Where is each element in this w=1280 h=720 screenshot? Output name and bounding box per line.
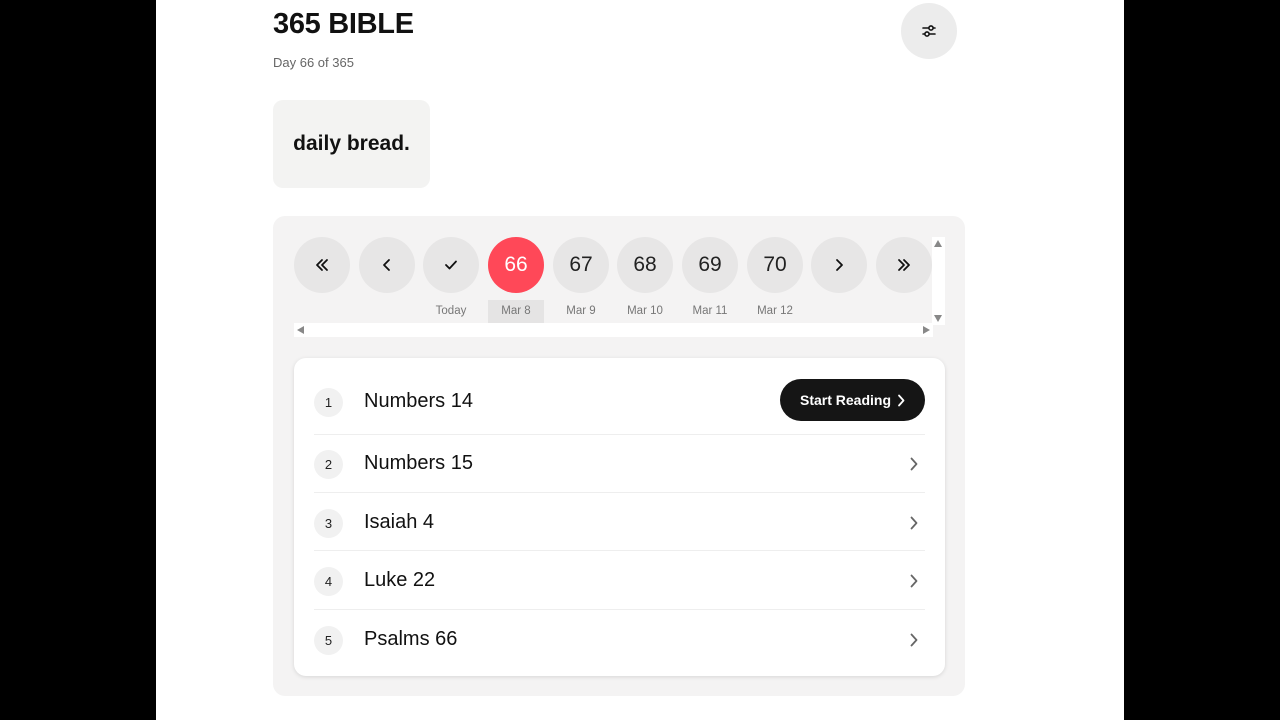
chevron-right-icon [910,633,918,647]
scroll-left-arrow-icon[interactable] [297,326,304,334]
chevron-right-icon [910,457,918,471]
app-title: 365 BIBLE [273,8,414,40]
chevron-left-icon [383,259,390,271]
day-progress: Day 66 of 365 [273,55,354,70]
next-day-button[interactable] [811,237,867,293]
chevron-right-icon [910,574,918,588]
app-page: 365 BIBLE Day 66 of 365 daily bread. Tod… [156,0,1124,720]
reading-title: Isaiah 4 [364,511,435,533]
reading-row[interactable]: 2 Numbers 15 [314,435,925,493]
day-69-button[interactable]: 69 [682,237,738,293]
reading-row[interactable]: 3 Isaiah 4 [314,493,925,551]
day-70-date: Mar 12 [757,305,793,317]
reading-title: Numbers 15 [364,452,473,474]
reading-panel: Today 66 Mar 8 67 Mar 9 68 Mar 10 69 Mar… [273,216,965,696]
horizontal-scrollbar[interactable] [294,323,933,337]
reading-title: Psalms 66 [364,628,458,650]
day-69-date: Mar 11 [692,305,728,317]
brand-text: daily bread. [293,132,410,155]
reading-list: 1 Numbers 14 Start Reading 2 Numbers 15 … [294,358,945,676]
chevron-right-icon [910,516,918,530]
day-68-date: Mar 10 [627,305,663,317]
day-68-button[interactable]: 68 [617,237,673,293]
today-label: Today [435,305,467,317]
reading-index: 4 [314,567,343,596]
start-reading-button[interactable]: Start Reading [780,379,925,421]
brand-card[interactable]: daily bread. [273,100,430,188]
last-day-button[interactable] [876,237,932,293]
scroll-up-arrow-icon[interactable] [934,240,942,247]
vertical-scrollbar[interactable] [932,237,945,325]
day-66-date: Mar 8 [488,300,544,323]
double-chevron-left-icon [316,259,328,271]
start-reading-label: Start Reading [799,392,891,408]
reading-index: 2 [314,450,343,479]
reading-index: 3 [314,509,343,538]
scroll-down-arrow-icon[interactable] [934,315,942,322]
first-day-button[interactable] [294,237,350,293]
day-70-button[interactable]: 70 [747,237,803,293]
settings-button[interactable] [901,3,957,59]
day-66-button[interactable]: 66 [488,237,544,293]
reading-row[interactable]: 1 Numbers 14 Start Reading [314,370,925,435]
reading-row[interactable]: 4 Luke 22 [314,552,925,610]
chevron-right-icon [898,394,905,406]
day-67-button[interactable]: 67 [553,237,609,293]
check-icon [445,260,457,270]
reading-title: Luke 22 [364,569,436,591]
day-67-date: Mar 9 [566,305,596,317]
sliders-icon [922,25,936,37]
reading-index: 5 [314,626,343,655]
reading-row[interactable]: 5 Psalms 66 [314,610,925,668]
reading-title: Numbers 14 [364,390,473,412]
reading-index: 1 [314,388,343,417]
prev-day-button[interactable] [359,237,415,293]
today-button[interactable] [423,237,479,293]
scroll-right-arrow-icon[interactable] [923,326,930,334]
chevron-right-icon [836,259,843,271]
double-chevron-right-icon [898,259,910,271]
